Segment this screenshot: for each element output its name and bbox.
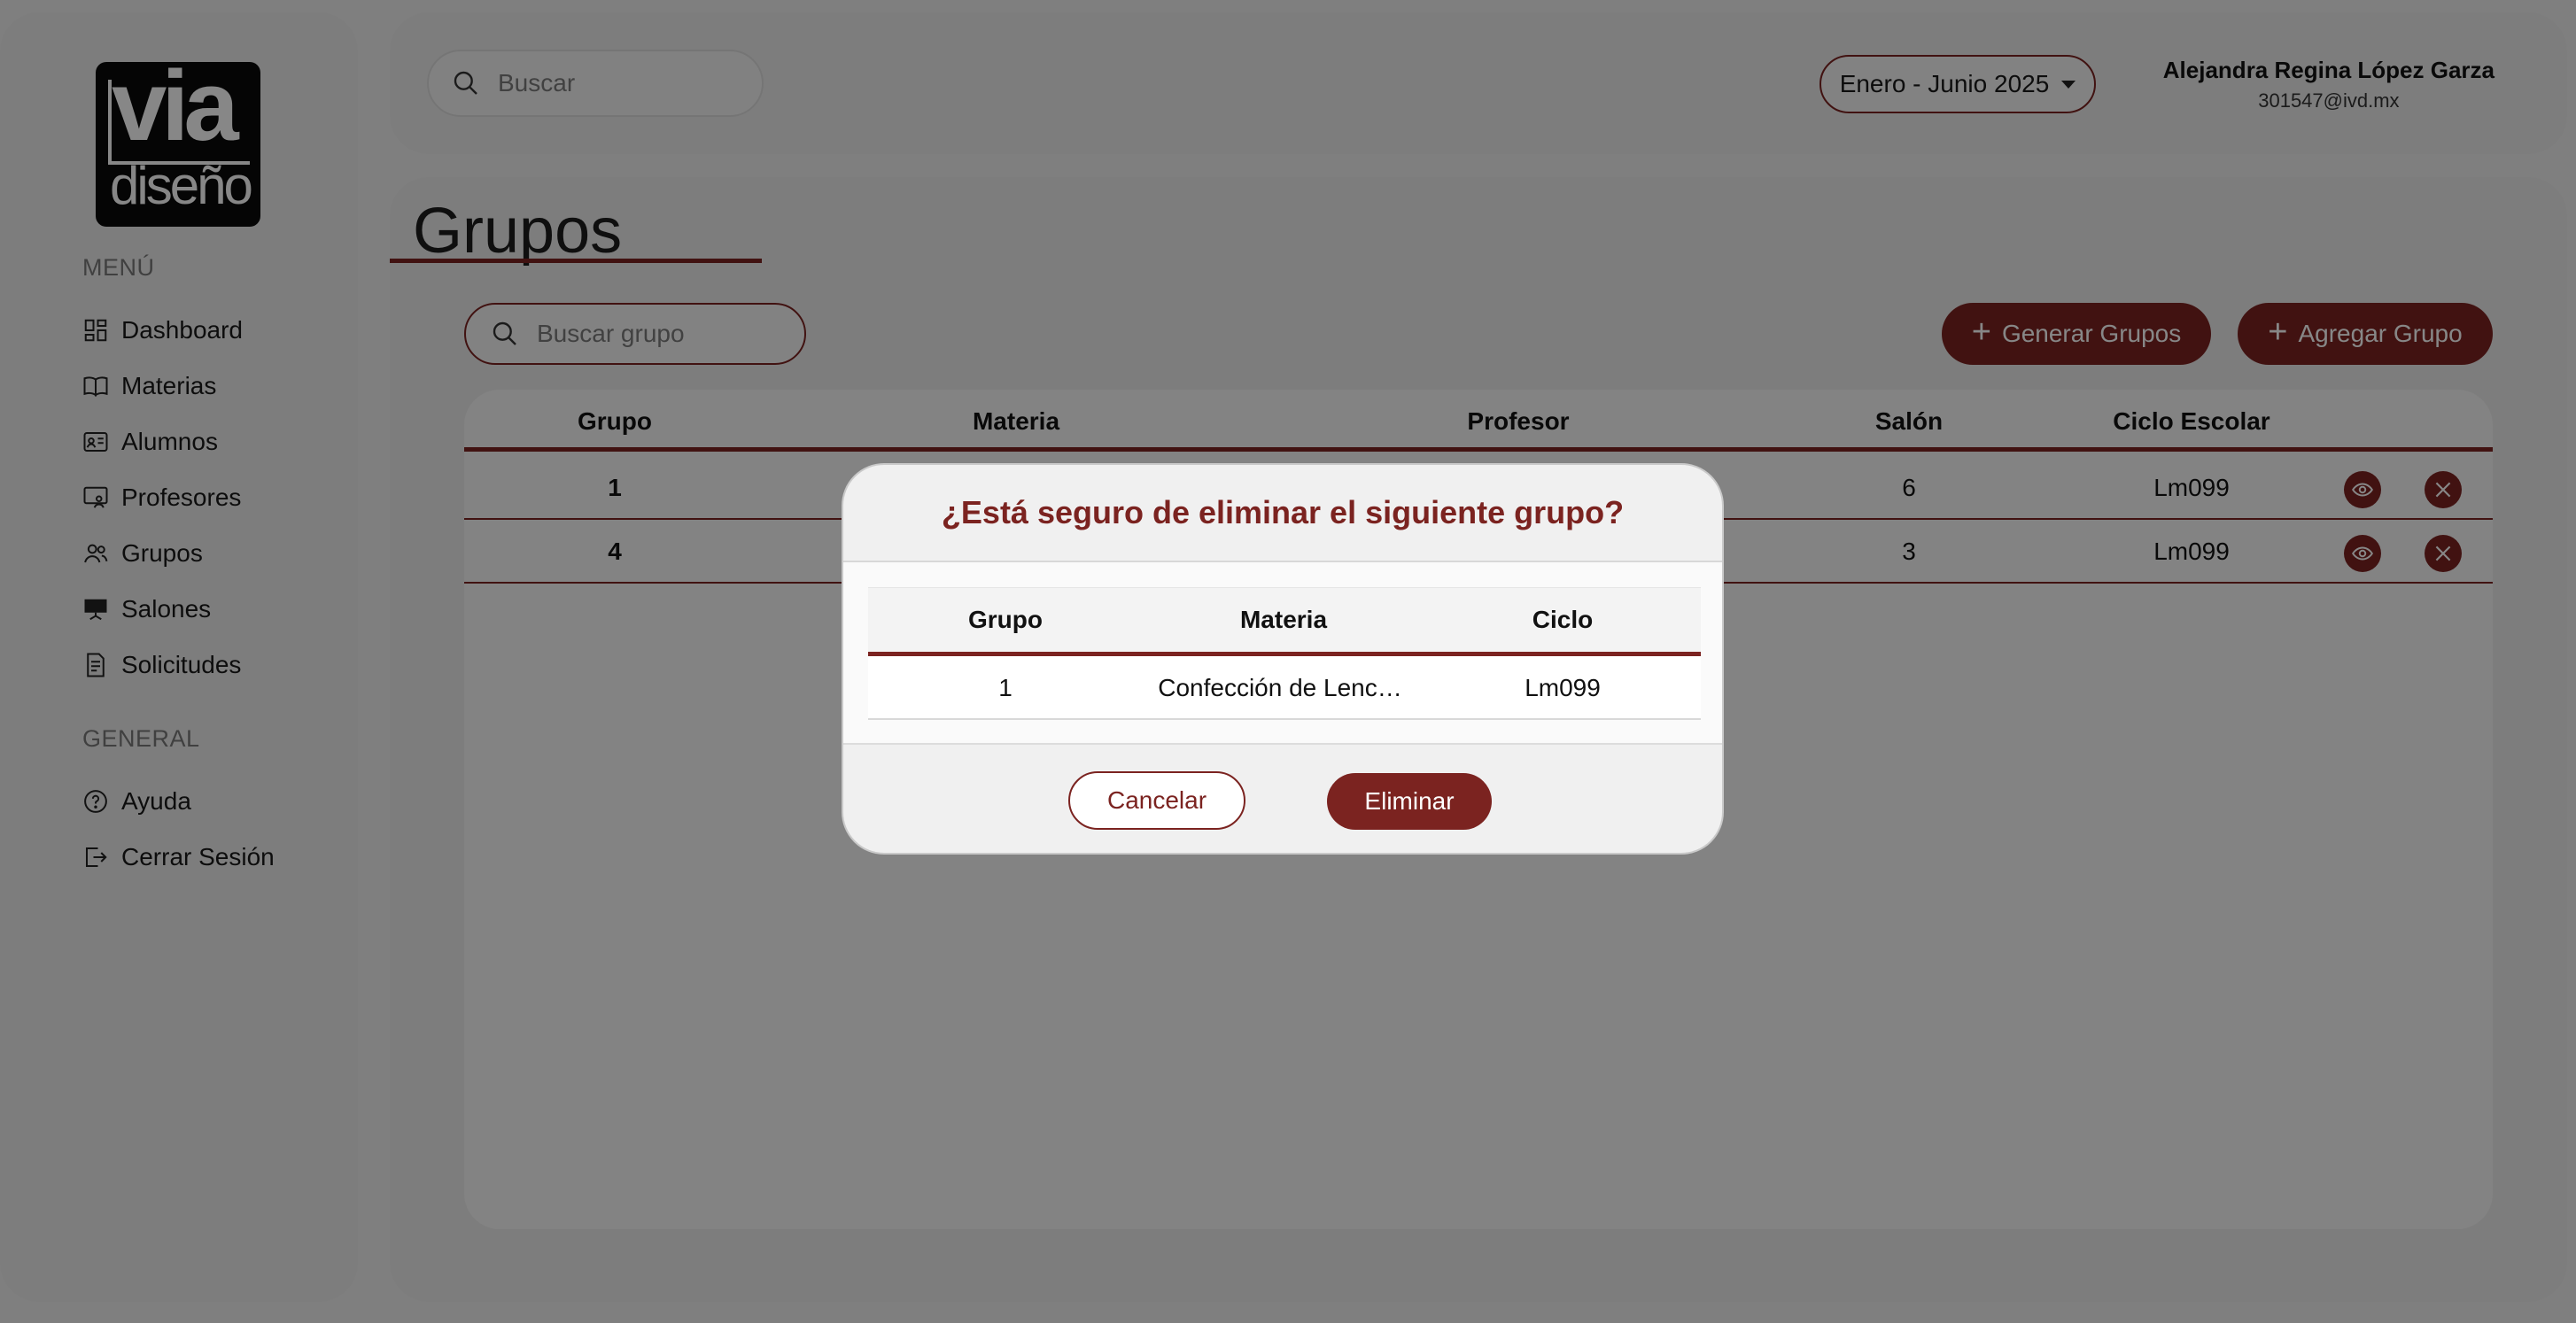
- modal-table-header: Grupo Materia Ciclo: [868, 587, 1701, 656]
- cancel-button[interactable]: Cancelar: [1068, 771, 1245, 830]
- modal-body: Grupo Materia Ciclo 1 Confección de Lenc…: [843, 562, 1722, 745]
- modal-column-grupo: Grupo: [968, 606, 1043, 633]
- modal-cell-grupo: 1: [998, 674, 1013, 701]
- confirm-delete-button[interactable]: Eliminar: [1327, 773, 1492, 830]
- modal-cell-ciclo: Lm099: [1525, 674, 1601, 701]
- modal-title: ¿Está seguro de eliminar el siguiente gr…: [941, 494, 1625, 530]
- modal-table: Grupo Materia Ciclo 1 Confección de Lenc…: [868, 587, 1701, 720]
- modal-table-row: 1 Confección de Lenc… Lm099: [868, 656, 1701, 720]
- modal-cell-materia: Confección de Lenc…: [1158, 674, 1402, 701]
- modal-column-materia: Materia: [1239, 606, 1328, 633]
- modal-header: ¿Está seguro de eliminar el siguiente gr…: [843, 465, 1722, 562]
- modal-footer: Cancelar Eliminar: [843, 747, 1722, 853]
- delete-confirmation-modal: ¿Está seguro de eliminar el siguiente gr…: [842, 463, 1724, 855]
- modal-column-ciclo: Ciclo: [1532, 606, 1594, 633]
